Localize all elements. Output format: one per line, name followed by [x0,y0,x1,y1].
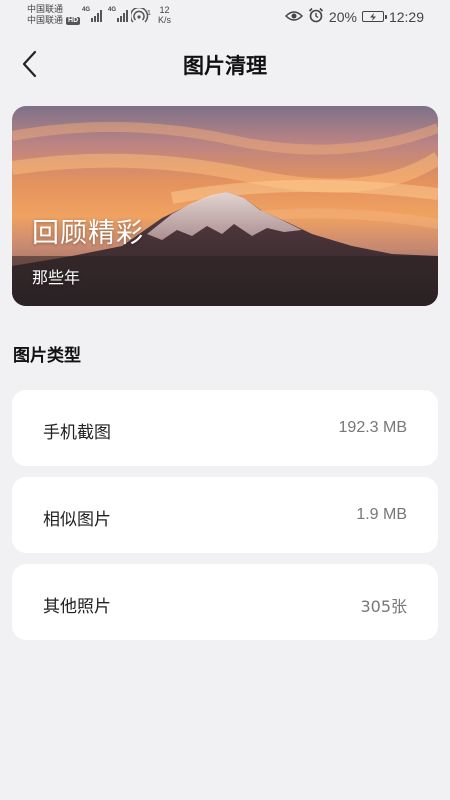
section-title: 图片类型 [13,346,81,366]
banner-subtitle: 那些年 [32,268,81,287]
network-type-1: 4G [82,7,91,13]
hotspot-count: 1 [147,10,151,17]
hd-badge: HD [66,16,81,25]
signal-icon: 4G [108,7,128,22]
battery-charging-icon [361,11,387,22]
speed-value: 12 [159,5,170,15]
network-type-2: 4G [108,7,117,13]
hotspot-icon: 1 [129,6,151,24]
signal-icon: 4G [82,7,102,22]
clock-time: 12:29 [388,8,424,25]
alarm-icon [308,7,324,26]
category-size: 1.9 MB [356,506,407,523]
status-bar: 中国联通 中国联通 HD 4G 4G 1 12 K/s 20% 12:29 [0,0,450,32]
category-card-other[interactable]: 其他照片 305张 [12,564,438,640]
battery-percent: 20% [328,8,357,25]
category-size: 192.3 MB [338,419,407,436]
network-speed: 12 K/s [158,5,171,25]
category-count: 305张 [360,597,407,616]
status-right: 20% 12:29 [284,7,424,26]
carrier-name-2: 中国联通 [27,15,64,25]
page-title: 图片清理 [183,54,267,78]
signal-group: 4G 4G [82,7,128,22]
carrier-name-1: 中国联通 [27,4,64,14]
carrier-info: 中国联通 中国联通 HD [27,4,81,26]
banner-title: 回顾精彩 [32,218,144,249]
speed-unit: K/s [158,15,172,25]
category-label: 其他照片 [43,597,111,617]
eye-icon [284,9,303,25]
memories-banner[interactable]: 回顾精彩 那些年 [12,106,438,306]
category-label: 相似图片 [43,510,111,530]
category-card-screenshots[interactable]: 手机截图 192.3 MB [12,390,438,466]
app-header: 图片清理 [0,40,450,88]
category-card-similar[interactable]: 相似图片 1.9 MB [12,477,438,553]
category-label: 手机截图 [43,423,111,443]
